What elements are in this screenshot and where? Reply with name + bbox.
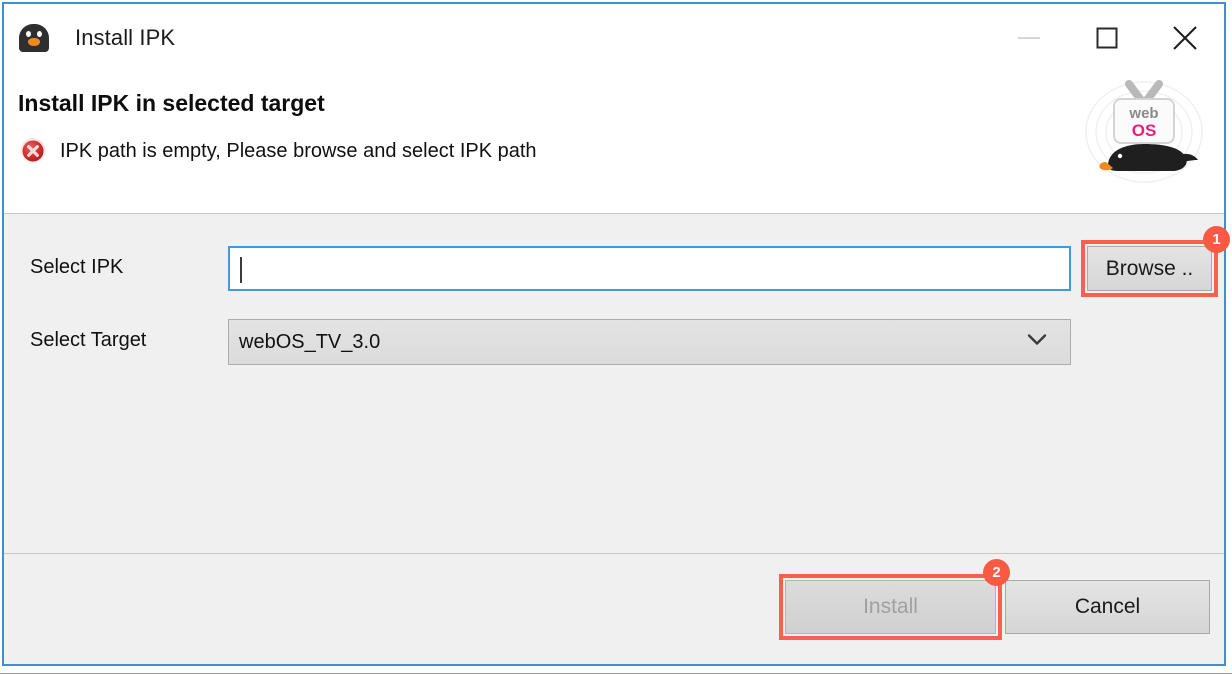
status-row: IPK path is empty, Please browse and sel… [20,138,537,164]
webos-logo-line1: web [1128,105,1158,122]
dialog-footer: Install Cancel 2 [4,554,1224,664]
chevron-down-icon [1026,333,1048,352]
minimize-button[interactable] [990,4,1068,72]
webos-logo-line2: OS [1132,121,1157,140]
select-target-label: Select Target [30,329,147,351]
close-icon [1170,23,1200,53]
install-button[interactable]: Install [785,580,996,634]
dialog-header: Install IPK in selected target IPK path … [4,72,1224,214]
status-message: IPK path is empty, Please browse and sel… [60,139,537,162]
screenshot-root: Install IPK Install IPK in selected targ… [0,0,1232,674]
error-icon [20,138,46,164]
install-ipk-dialog: Install IPK Install IPK in selected targ… [2,2,1230,666]
title-bar: Install IPK [4,4,1224,72]
maximize-icon [1095,26,1119,50]
window-title: Install IPK [75,25,176,50]
select-ipk-input[interactable] [228,246,1071,291]
select-ipk-label: Select IPK [30,256,124,278]
page-title: Install IPK in selected target [18,90,325,116]
close-button[interactable] [1146,4,1224,72]
window-controls [990,4,1224,72]
minimize-icon [1016,32,1042,44]
cancel-button[interactable]: Cancel [1005,580,1210,634]
select-target-dropdown[interactable]: webOS_TV_3.0 [228,319,1071,365]
webos-logo: web OS [1082,76,1206,186]
penguin-icon [17,21,51,55]
browse-button[interactable]: Browse .. [1087,246,1212,291]
dialog-body: Select IPK Browse .. Select Target webOS… [4,214,1230,554]
text-caret [240,257,242,283]
select-target-value: webOS_TV_3.0 [239,330,381,353]
maximize-button[interactable] [1068,4,1146,72]
